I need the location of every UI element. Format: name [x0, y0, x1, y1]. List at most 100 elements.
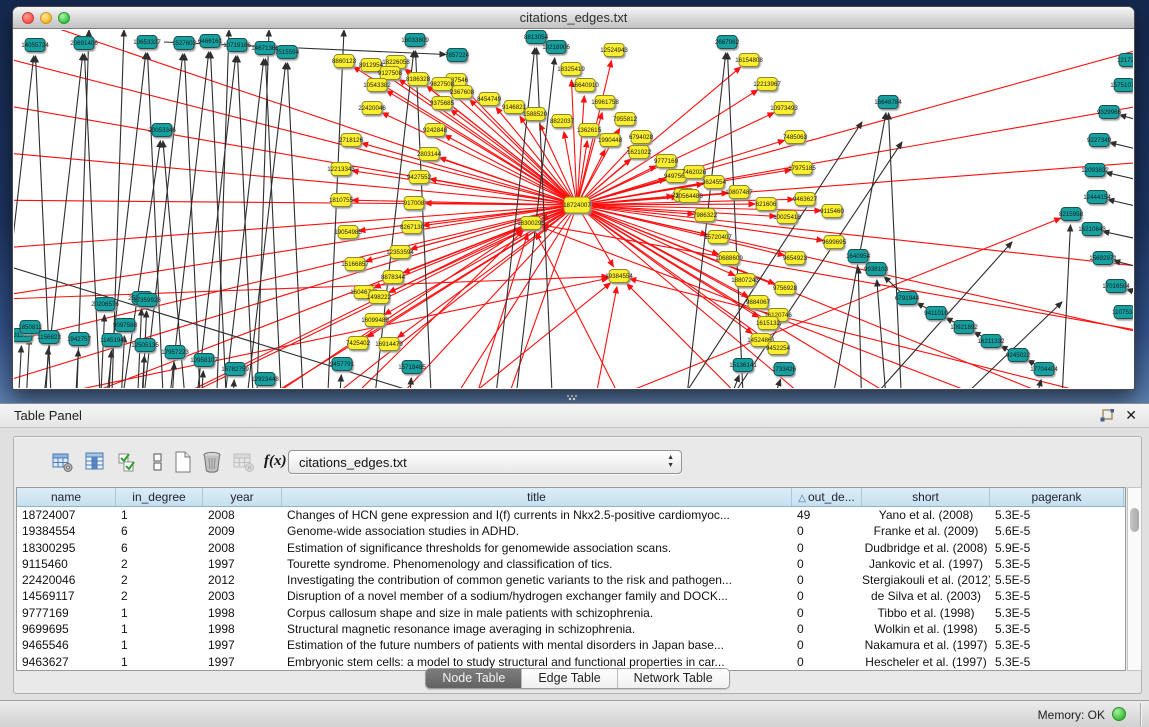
network-node[interactable]: 16211332 [977, 335, 1005, 348]
network-node[interactable]: 7485063 [783, 131, 808, 144]
scrollbar-thumb[interactable] [1130, 508, 1139, 532]
network-node[interactable]: 2367608 [450, 86, 475, 99]
network-node[interactable]: 9427552 [407, 171, 432, 184]
network-node[interactable]: 12213967 [753, 78, 781, 91]
network-edge-black[interactable] [1108, 200, 1133, 215]
network-node[interactable]: 12093832 [1081, 164, 1109, 177]
network-node[interactable]: 9777169 [654, 155, 679, 168]
tab-edge-table[interactable]: Edge Table [522, 669, 617, 688]
network-node[interactable]: 10958107 [190, 354, 218, 367]
network-node[interactable]: 22420046 [358, 102, 386, 115]
network-node[interactable]: 1145194 [100, 334, 124, 347]
column-header-name[interactable]: name [17, 488, 116, 506]
table-row[interactable]: 969969511998Structural magnetic resonanc… [17, 621, 1125, 637]
network-node[interactable]: 1640954 [846, 250, 871, 263]
network-node[interactable]: 7462026 [682, 166, 707, 179]
network-node[interactable]: 14055724 [21, 39, 49, 52]
network-edge-black[interactable] [227, 380, 234, 388]
network-node[interactable]: 621606 [756, 198, 777, 211]
table-row[interactable]: 2242004622012Investigating the contribut… [17, 572, 1125, 588]
network-node[interactable]: 10921892 [950, 321, 978, 334]
network-node[interactable]: 10807487 [725, 186, 753, 199]
network-node[interactable]: 9375685 [430, 97, 455, 110]
network-node[interactable]: 6791944 [895, 292, 920, 305]
network-edge-black[interactable] [334, 375, 341, 388]
network-edge-black[interactable] [266, 59, 285, 388]
network-edge-red[interactable] [14, 200, 577, 205]
network-node[interactable]: 9938103 [864, 263, 889, 276]
network-edge-red[interactable] [571, 80, 577, 205]
network-edge-black[interactable] [254, 30, 269, 388]
table-row[interactable]: 1872400712008Changes of HCN gene express… [17, 507, 1125, 523]
float-panel-icon[interactable] [1099, 408, 1115, 424]
table-row[interactable]: 946554611997Estimation of the future num… [17, 637, 1125, 653]
network-node[interactable]: 15720407 [704, 231, 732, 244]
table-selector-dropdown[interactable]: citations_edges.txt ▲▼ [288, 450, 682, 474]
network-edge-black[interactable] [14, 346, 21, 388]
network-node[interactable]: 19384554 [605, 270, 633, 283]
network-node[interactable]: 12444154 [1083, 191, 1111, 204]
network-node[interactable]: 2803144 [417, 148, 442, 161]
network-node[interactable]: 17957223 [161, 346, 189, 359]
network-node[interactable]: 9884067 [746, 296, 771, 309]
network-edge-black[interactable] [404, 378, 411, 388]
network-edge-red[interactable] [577, 205, 776, 216]
network-node[interactable]: 15718485 [398, 361, 426, 374]
network-edge-black[interactable] [1058, 225, 1070, 388]
network-node[interactable]: 10653327 [133, 36, 161, 49]
column-header-out_de[interactable]: △out_de... [792, 488, 862, 506]
network-node[interactable]: 17975185 [788, 162, 816, 175]
network-node[interactable]: 1107534 [1112, 306, 1133, 319]
select-columns-icon[interactable] [83, 450, 107, 474]
network-edge-black[interactable] [185, 54, 204, 388]
network-node[interactable]: 10543382 [363, 79, 391, 92]
network-node[interactable]: 9227349 [1087, 134, 1112, 147]
network-node[interactable]: 20564486 [675, 190, 703, 203]
network-node[interactable]: 12213343 [327, 163, 355, 176]
network-node[interactable]: 10025418 [773, 211, 801, 224]
column-header-title[interactable]: title [282, 488, 792, 506]
network-node[interactable]: 9411010 [924, 307, 948, 320]
network-node[interactable]: 16154808 [735, 54, 763, 67]
tab-node-table[interactable]: Node Table [426, 669, 522, 688]
network-node[interactable]: 9329966 [1097, 106, 1122, 119]
network-node[interactable]: 9097588 [113, 319, 138, 332]
network-graph[interactable]: 1872400788601238912954182260589127508818… [14, 30, 1133, 388]
select-all-icon[interactable] [116, 450, 140, 474]
network-edge-black[interactable] [759, 379, 780, 388]
network-node[interactable]: 17704404 [1030, 363, 1058, 376]
network-edge-black[interactable] [213, 59, 264, 388]
network-node[interactable]: 19218906 [542, 41, 570, 54]
network-node[interactable]: 7857224 [445, 49, 470, 62]
network-node[interactable]: 16648784 [874, 96, 902, 109]
network-node[interactable]: 7425402 [346, 337, 371, 350]
network-edge-black[interactable] [1120, 115, 1133, 130]
network-node[interactable]: 917008 [404, 197, 425, 210]
network-node[interactable]: 7515594 [275, 46, 300, 59]
network-node[interactable]: 9699695 [822, 236, 847, 249]
network-node[interactable]: 17016504 [1102, 280, 1130, 293]
network-node[interactable]: 16099489 [361, 314, 389, 327]
network-node[interactable]: 8822037 [550, 115, 575, 128]
network-node[interactable]: 16914479 [375, 338, 403, 351]
network-node[interactable]: 1527602 [172, 37, 197, 50]
network-node[interactable]: 9463627 [793, 193, 818, 206]
new-column-icon[interactable] [171, 450, 195, 474]
column-header-short[interactable]: short [862, 488, 990, 506]
network-edge-red[interactable] [14, 50, 577, 205]
unselect-all-icon[interactable] [146, 450, 170, 474]
network-edge-black[interactable] [22, 338, 29, 388]
network-edge-red[interactable] [536, 233, 704, 388]
close-panel-icon[interactable]: ✕ [1125, 407, 1137, 424]
network-edge-black[interactable] [888, 113, 902, 388]
network-node[interactable]: 16033809 [401, 34, 429, 47]
table-row[interactable]: 1456911722003Disruption of a novel membe… [17, 588, 1125, 604]
network-node[interactable]: 8878344 [381, 271, 406, 284]
network-node[interactable]: 1990448 [598, 134, 623, 147]
network-node[interactable]: 8860123 [332, 55, 357, 68]
network-edge-red[interactable] [14, 150, 577, 205]
network-canvas[interactable]: 1872400788601238912954182260589127508818… [14, 30, 1133, 388]
network-node[interactable]: 20206576 [91, 298, 119, 311]
network-node[interactable]: 16640910 [571, 79, 599, 92]
network-node[interactable]: 9242848 [423, 124, 448, 137]
